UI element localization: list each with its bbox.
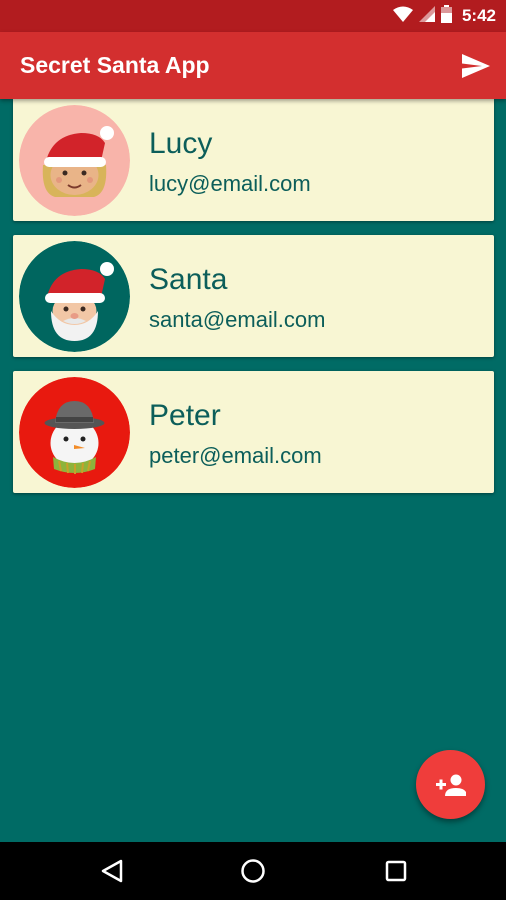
participant-email: lucy@email.com <box>149 171 311 196</box>
back-button[interactable] <box>96 855 128 887</box>
home-icon <box>241 859 265 883</box>
participant-email: peter@email.com <box>149 443 322 468</box>
send-button[interactable] <box>460 50 492 82</box>
status-time: 5:42 <box>461 6 496 25</box>
home-button[interactable] <box>237 855 269 887</box>
santa-avatar <box>19 241 130 352</box>
participant-card[interactable]: Peter peter@email.com <box>13 371 494 493</box>
participant-list: Lucy lucy@email.com Santa santa@email.co… <box>13 99 494 493</box>
add-participant-button[interactable] <box>416 750 485 819</box>
cell-signal-icon <box>418 5 435 27</box>
back-icon <box>101 859 123 883</box>
app-bar: Secret Santa App <box>0 32 506 99</box>
battery-icon <box>440 4 452 28</box>
participant-email: santa@email.com <box>149 307 326 332</box>
avatar <box>19 105 130 216</box>
recents-button[interactable] <box>380 855 412 887</box>
app-title: Secret Santa App <box>20 52 210 78</box>
participant-name: Peter <box>149 399 221 432</box>
avatar <box>19 377 130 488</box>
participant-name: Santa <box>149 263 228 296</box>
girl-santa-hat-avatar <box>19 105 130 216</box>
status-icons: 5:42 <box>392 4 496 28</box>
send-icon <box>462 54 490 78</box>
participant-card[interactable]: Lucy lucy@email.com <box>13 99 494 221</box>
snowman-avatar <box>19 377 130 488</box>
status-bar: 5:42 <box>0 0 506 32</box>
participant-name: Lucy <box>149 127 213 160</box>
avatar <box>19 241 130 352</box>
wifi-icon <box>392 6 413 27</box>
recents-icon <box>385 860 407 882</box>
participant-card[interactable]: Santa santa@email.com <box>13 235 494 357</box>
navigation-bar <box>0 842 506 900</box>
add-person-icon <box>435 774 466 796</box>
